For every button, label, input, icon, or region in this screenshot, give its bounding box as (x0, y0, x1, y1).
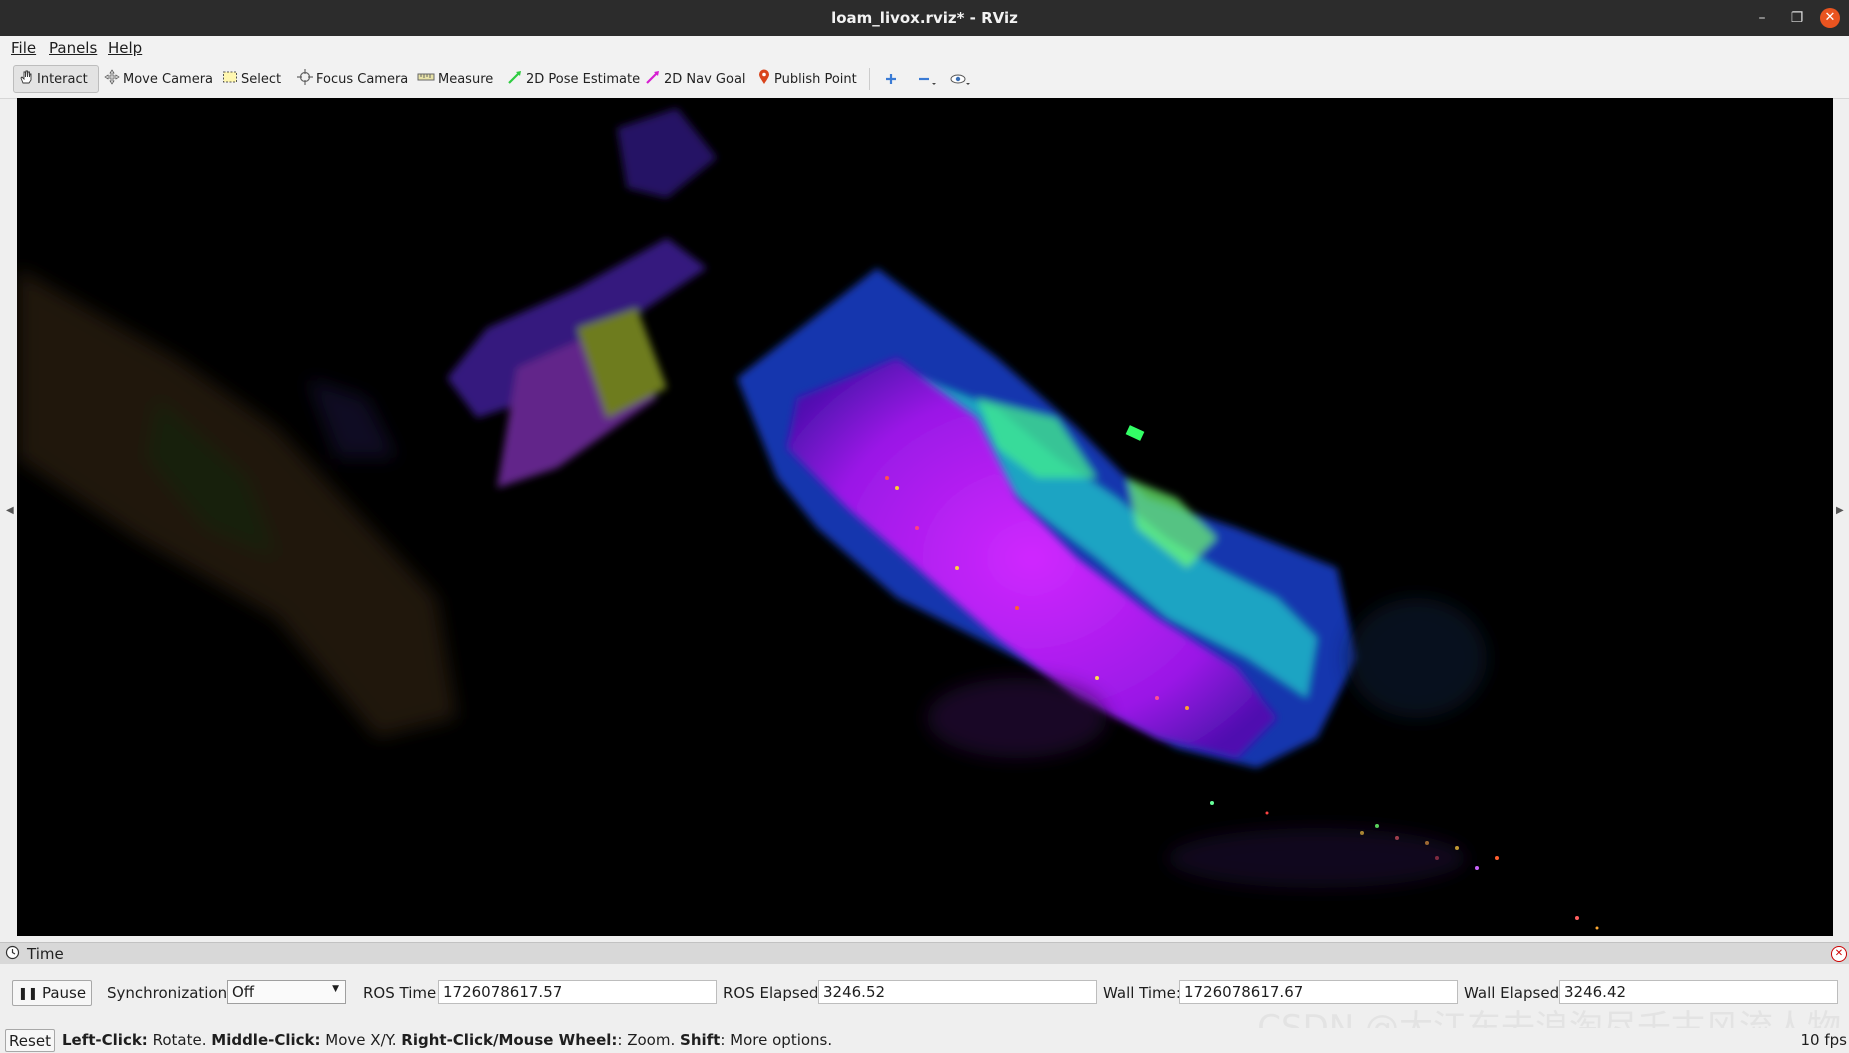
tool-label: Measure (438, 71, 494, 87)
time-panel-title: Time (27, 945, 64, 963)
magenta-arrow-icon (645, 69, 661, 89)
fps-readout: 10 fps (1800, 1031, 1847, 1049)
plus-icon[interactable] (879, 65, 903, 93)
ros-time-label: ROS Time: (363, 984, 442, 1002)
pause-icon: ❚❚ (17, 986, 38, 1000)
menu-bar: File Panels Help (0, 36, 1849, 60)
tool-publish-point[interactable]: Publish Point (753, 65, 861, 93)
tool-2d-nav-goal[interactable]: 2D Nav Goal (641, 65, 750, 93)
chevron-down-icon: ▼ (332, 984, 339, 994)
ros-elapsed-field[interactable]: 3246.52 (818, 980, 1097, 1004)
sync-value: Off (232, 983, 255, 1001)
menu-panels[interactable]: Panels (49, 39, 97, 57)
collapse-right-arrow-icon[interactable]: ▶ (1836, 505, 1844, 516)
hand-icon (18, 69, 34, 89)
close-panel-icon[interactable]: ✕ (1831, 946, 1847, 962)
reset-button[interactable]: Reset (5, 1029, 55, 1052)
clock-icon (5, 945, 20, 964)
focus-crosshair-icon (297, 69, 313, 89)
pause-button[interactable]: ❚❚ Pause (12, 980, 92, 1006)
pause-label: Pause (41, 984, 87, 1002)
green-arrow-icon (507, 69, 523, 89)
close-icon[interactable]: ✕ (1820, 8, 1840, 28)
collapse-left-arrow-icon[interactable]: ◀ (6, 505, 14, 516)
tool-label: 2D Pose Estimate (526, 71, 641, 87)
tool-label: Interact (37, 71, 88, 87)
select-box-icon (222, 69, 238, 89)
tool-label: Move Camera (123, 71, 214, 87)
sync-label: Synchronization: (107, 984, 233, 1002)
ros-time-field[interactable]: 1726078617.57 (438, 980, 717, 1004)
tool-label: Focus Camera (316, 71, 409, 87)
tool-interact[interactable]: Interact (13, 65, 99, 93)
menu-help[interactable]: Help (108, 39, 142, 57)
3d-render-view[interactable] (17, 98, 1833, 936)
toolbar: Interact Move Camera Select Focus Camera… (0, 60, 1849, 99)
middle-click-key: Middle-Click: (211, 1031, 321, 1049)
ros-elapsed-label: ROS Elapsed: (723, 984, 824, 1002)
left-click-desc: Rotate. (152, 1031, 207, 1049)
tool-2d-pose-estimate[interactable]: 2D Pose Estimate (503, 65, 644, 93)
status-bar: Reset Left-Click: Rotate. Middle-Click: … (0, 1028, 1849, 1053)
shift-key: Shift (680, 1031, 721, 1049)
maximize-icon[interactable]: ❐ (1787, 8, 1807, 28)
left-click-key: Left-Click: (62, 1031, 148, 1049)
middle-click-desc: Move X/Y. (325, 1031, 397, 1049)
tool-label: Select (241, 71, 282, 87)
time-panel-header: Time ✕ (0, 942, 1849, 965)
minus-icon[interactable] (912, 65, 942, 93)
move-arrows-icon (104, 69, 120, 89)
sync-select[interactable]: Off ▼ (227, 980, 346, 1004)
shift-desc: : More options. (720, 1031, 833, 1049)
tool-measure[interactable]: Measure (413, 65, 497, 93)
tool-select[interactable]: Select (218, 65, 285, 93)
status-help-text: Left-Click: Rotate. Middle-Click: Move X… (62, 1031, 832, 1049)
minimize-icon[interactable]: – (1752, 8, 1772, 28)
menu-file[interactable]: File (11, 39, 36, 57)
right-click-desc: : Zoom. (617, 1031, 676, 1049)
eye-icon[interactable] (945, 65, 977, 93)
tool-label: 2D Nav Goal (664, 71, 746, 87)
wall-time-label: Wall Time: (1103, 984, 1181, 1002)
right-click-key: Right-Click/Mouse Wheel: (401, 1031, 618, 1049)
map-pin-icon (757, 69, 771, 89)
toolbar-separator (869, 68, 870, 90)
tool-move-camera[interactable]: Move Camera (100, 65, 217, 93)
tool-focus-camera[interactable]: Focus Camera (293, 65, 412, 93)
tool-label: Publish Point (774, 71, 857, 87)
ruler-icon (417, 69, 435, 89)
window-title: loam_livox.rviz* - RViz (831, 9, 1018, 27)
point-cloud (17, 98, 1833, 936)
window-titlebar: loam_livox.rviz* - RViz – ❐ ✕ (0, 0, 1849, 36)
